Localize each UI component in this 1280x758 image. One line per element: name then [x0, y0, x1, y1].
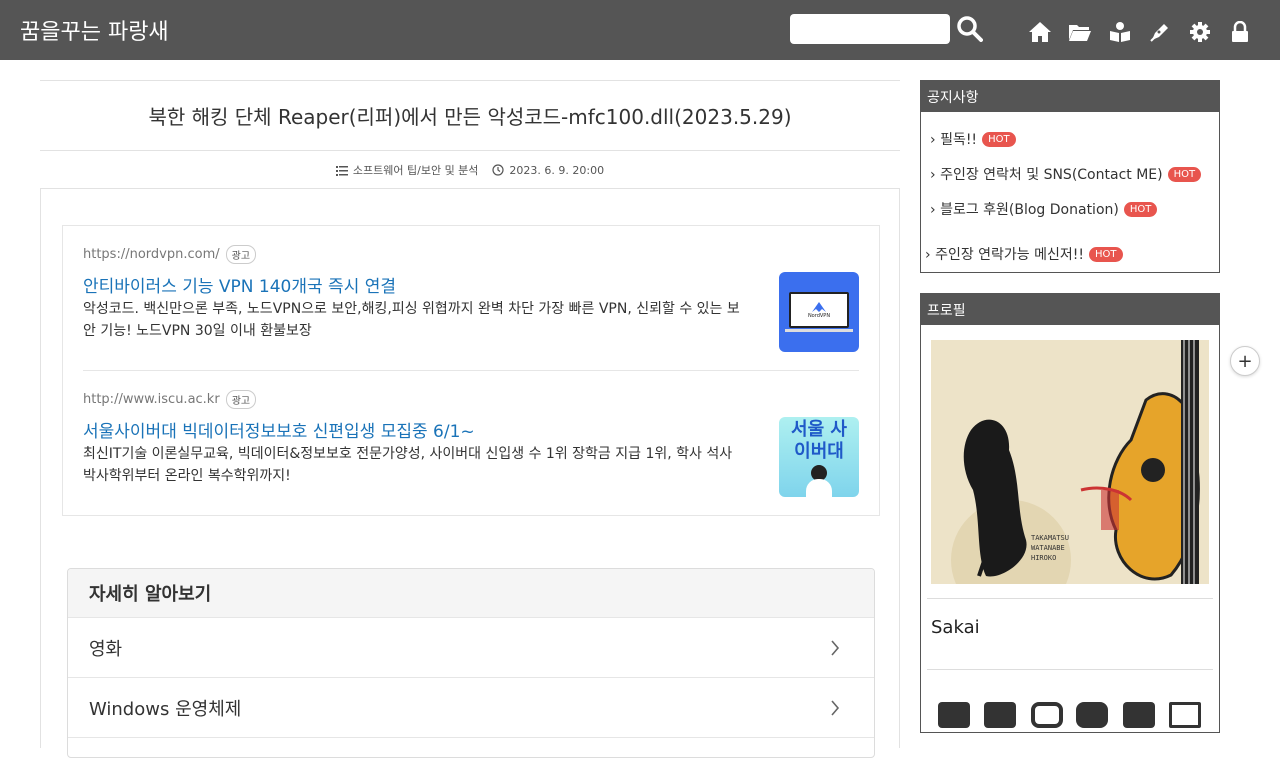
post-title: 북한 해킹 단체 Reaper(리퍼)에서 만든 악성코드-mfc100.dll…: [148, 105, 792, 129]
related-topic-label: Windows 운영체제: [89, 698, 242, 720]
facebook-icon[interactable]: [984, 702, 1016, 728]
related-topic-label: 영화: [89, 638, 123, 660]
ad-image-label: 서울 사이버대: [791, 419, 847, 462]
post-body: https://nordvpn.com/광고 안티바이러스 기능 VPN 140…: [40, 188, 900, 758]
ad-headline[interactable]: 안티바이러스 기능 VPN 140개국 즉시 연결: [83, 272, 859, 297]
expand-plus-icon[interactable]: +: [1230, 346, 1260, 376]
post-date: 2023. 6. 9. 20:00: [492, 164, 604, 177]
post-title-wrap: 북한 해킹 단체 Reaper(리퍼)에서 만든 악성코드-mfc100.dll…: [40, 80, 900, 151]
ad-image-iscu[interactable]: 서울 사이버대: [779, 417, 859, 497]
notice-item[interactable]: › 필독!! HOT: [930, 129, 1016, 149]
notice-label: › 블로그 후원(Blog Donation): [930, 202, 1119, 218]
notice-item[interactable]: › 주인장 연락가능 메신저!! HOT: [925, 244, 1123, 264]
post-date-label: 2023. 6. 9. 20:00: [509, 163, 605, 177]
profile-widget: 프로필 TAKAMATSU WATANABE HIROKO Sakai: [920, 293, 1220, 733]
svg-text:HIROKO: HIROKO: [1031, 554, 1056, 562]
instagram-icon[interactable]: [1031, 702, 1063, 728]
notice-item[interactable]: › 블로그 후원(Blog Donation) HOT: [930, 199, 1158, 219]
main-content: 북한 해킹 단체 Reaper(리퍼)에서 만든 악성코드-mfc100.dll…: [40, 80, 900, 758]
kakao-icon[interactable]: [1123, 702, 1155, 728]
hot-badge: HOT: [982, 131, 1016, 147]
guestbook-icon[interactable]: [1108, 20, 1132, 44]
related-topics-heading: 자세히 알아보기: [68, 569, 874, 618]
divider: [927, 598, 1213, 599]
ad-url[interactable]: http://www.iscu.ac.kr: [83, 392, 220, 407]
hot-badge: HOT: [1089, 246, 1123, 262]
notice-heading: 공지사항: [921, 81, 1219, 112]
search-input[interactable]: [790, 14, 950, 44]
chevron-right-icon: [831, 699, 840, 716]
hot-badge: HOT: [1123, 201, 1158, 217]
profile-heading: 프로필: [921, 294, 1219, 325]
ad-box: https://nordvpn.com/광고 안티바이러스 기능 VPN 140…: [62, 225, 880, 516]
svg-text:TAKAMATSU: TAKAMATSU: [1031, 534, 1069, 542]
ad-image-nordvpn[interactable]: NordVPN: [779, 272, 859, 352]
list-icon: [335, 165, 348, 176]
divider: [927, 669, 1213, 670]
post-category[interactable]: 소프트웨어 팁/보안 및 분석: [335, 162, 479, 178]
hot-badge: HOT: [1167, 166, 1202, 182]
settings-icon[interactable]: [1188, 20, 1212, 44]
svg-text:WATANABE: WATANABE: [1031, 544, 1065, 552]
blog-title[interactable]: 꿈을꾸는 파랑새: [20, 14, 169, 46]
profile-name: Sakai: [931, 617, 980, 638]
notice-label: › 주인장 연락가능 메신저!!: [925, 247, 1084, 263]
ad-image-label: NordVPN: [807, 313, 831, 319]
related-topics: 자세히 알아보기 영화 Windows 운영체제: [67, 568, 875, 758]
ad-description: 최신IT기술 이론실무교육, 빅데이터&정보보호 전문가양성, 사이버대 신입생…: [83, 446, 733, 484]
profile-image: TAKAMATSU WATANABE HIROKO: [931, 340, 1209, 620]
ad-badge: 광고: [225, 389, 257, 409]
notice-label: › 필독!!: [930, 132, 978, 148]
related-topic-row[interactable]: 영화: [68, 618, 874, 678]
folder-icon[interactable]: [1068, 20, 1092, 44]
ad-description: 악성코드. 백신만으론 부족, 노드VPN으로 보안,해킹,피싱 위협까지 완벽…: [83, 301, 740, 339]
clock-icon: [492, 164, 505, 176]
ad-item[interactable]: http://www.iscu.ac.kr 광고 서울사이버대 빅데이터정보보호 …: [83, 389, 859, 497]
search-icon[interactable]: [955, 13, 985, 45]
ad-divider: [83, 370, 859, 371]
twitter-icon[interactable]: [938, 702, 970, 728]
notice-widget: 공지사항 › 필독!! HOT › 주인장 연락처 및 SNS(Contact …: [920, 80, 1220, 273]
mail-icon[interactable]: [1169, 702, 1201, 728]
ad-badge: 광고: [225, 244, 257, 264]
write-icon[interactable]: [1148, 20, 1172, 44]
youtube-icon[interactable]: [1076, 702, 1108, 728]
post-category-label: 소프트웨어 팁/보안 및 분석: [352, 164, 479, 177]
related-topic-row[interactable]: Windows 운영체제: [68, 678, 874, 738]
lock-icon[interactable]: [1228, 20, 1252, 44]
ad-url[interactable]: https://nordvpn.com/: [83, 247, 220, 262]
home-icon[interactable]: [1028, 20, 1052, 44]
notice-label: › 주인장 연락처 및 SNS(Contact ME): [930, 167, 1163, 183]
post-meta: 소프트웨어 팁/보안 및 분석 2023. 6. 9. 20:00: [40, 151, 900, 189]
chevron-right-icon: [831, 639, 840, 656]
notice-item[interactable]: › 주인장 연락처 및 SNS(Contact ME) HOT: [930, 164, 1202, 184]
ad-item[interactable]: https://nordvpn.com/광고 안티바이러스 기능 VPN 140…: [83, 244, 859, 352]
ad-headline[interactable]: 서울사이버대 빅데이터정보보호 신편입생 모집중 6/1~: [83, 417, 859, 442]
top-header: 꿈을꾸는 파랑새: [0, 0, 1280, 60]
